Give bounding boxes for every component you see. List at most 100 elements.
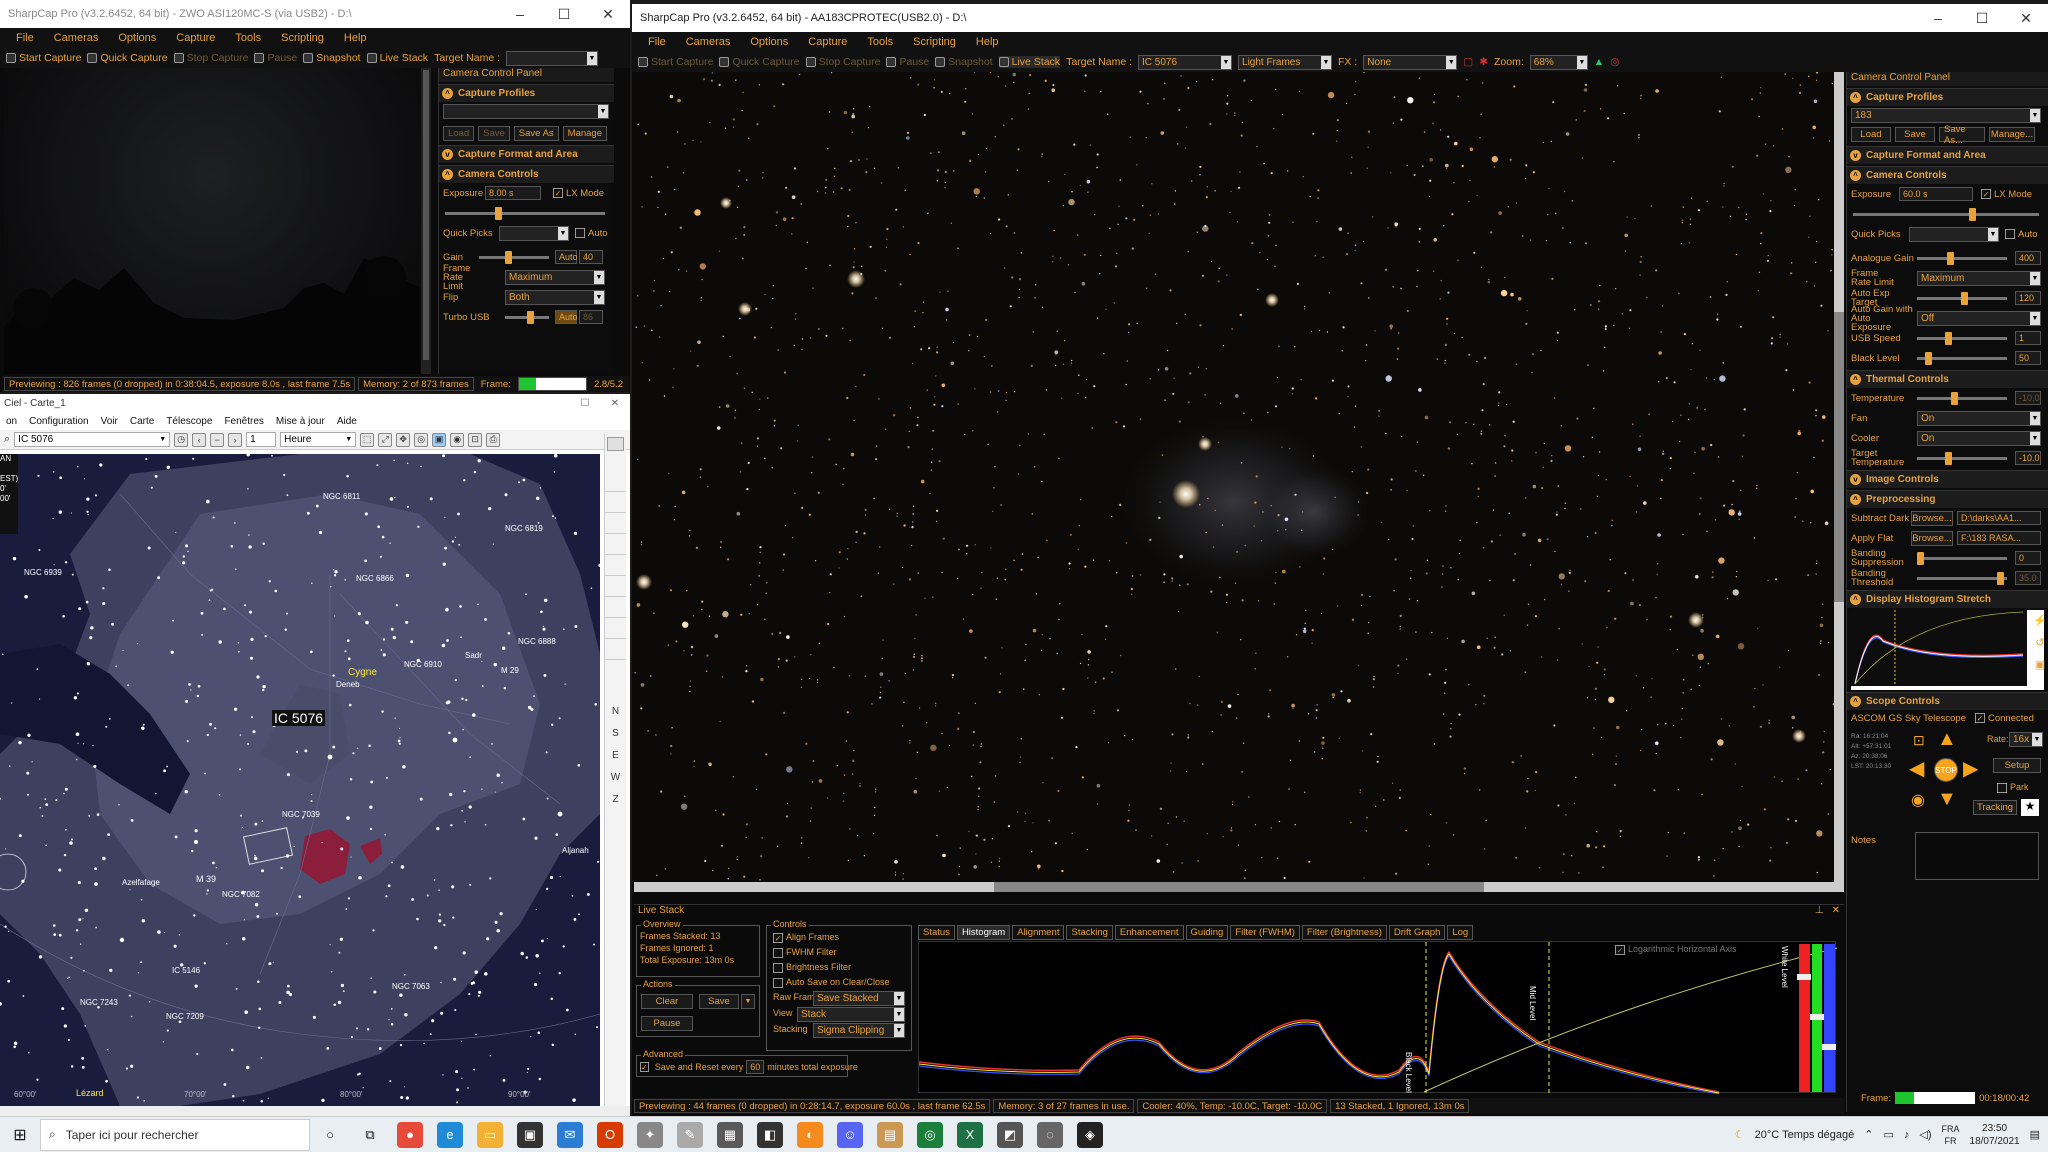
reticle-icon[interactable]: ▢ — [1463, 56, 1473, 68]
map-label-ngc6939[interactable]: NGC 6939 — [24, 568, 62, 577]
lx-mode-checkbox[interactable]: ✓ LX Mode — [553, 188, 604, 199]
load-button[interactable]: Load — [443, 126, 475, 141]
map-label-ic5146[interactable]: IC 5146 — [172, 966, 200, 975]
chevron-down-icon[interactable]: ▼ — [1576, 55, 1587, 69]
brightness-filter-checkbox[interactable]: Brightness Filter — [773, 960, 905, 975]
view-select[interactable]: Stack ▼ — [797, 1007, 905, 1022]
cooler-select[interactable]: On ▼ — [1917, 430, 2041, 446]
quick-picks-select[interactable]: ▼ — [499, 225, 569, 241]
live-stack-button[interactable]: Live Stack — [366, 52, 428, 64]
close-icon[interactable]: ✕ — [600, 398, 630, 409]
ciel-title-bar[interactable]: Ciel - Carte_1 ☐ ✕ — [0, 394, 630, 412]
browse-flat-button[interactable]: Browse... — [1911, 530, 1953, 546]
save-dropdown[interactable]: ▼ — [741, 994, 755, 1009]
notes-textarea[interactable] — [1915, 832, 2039, 880]
tab-filter-brightness[interactable]: Filter (Brightness) — [1301, 925, 1387, 940]
task-view-icon[interactable]: ⧉ — [357, 1122, 383, 1148]
app-icon-7[interactable]: ◌ — [1037, 1121, 1063, 1148]
tab-enhancement[interactable]: Enhancement — [1114, 925, 1184, 940]
ciel-menu-voir[interactable]: Voir — [95, 416, 124, 427]
save-button[interactable]: Save — [699, 994, 739, 1009]
analogue-gain-value[interactable]: 400 — [2015, 251, 2041, 265]
auto-gain-select[interactable]: Off ▼ — [1917, 310, 2041, 326]
map-label-m39[interactable]: M 39 — [196, 874, 216, 884]
arrow-down-icon[interactable]: ▼ — [1937, 788, 1957, 811]
arrow-up-icon[interactable]: ▲ — [1937, 728, 1957, 751]
display-histogram[interactable]: ⚡ ↺ ▣ — [1851, 610, 2047, 690]
app-icon-6[interactable]: ◩ — [997, 1121, 1023, 1148]
target-name-input[interactable]: ▼ — [506, 50, 599, 66]
ciel-menu-configuration[interactable]: Configuration — [23, 416, 94, 427]
rgb-level-sliders[interactable] — [1797, 944, 1837, 1092]
map-label-ngc6910[interactable]: NGC 6910 — [404, 660, 442, 669]
save-button[interactable]: Save — [1895, 127, 1935, 142]
mic-icon[interactable]: ♪ — [1904, 1129, 1910, 1141]
stack-histogram[interactable]: ✓ Logarithmic Horizontal Axis Black Level… — [918, 941, 1837, 1094]
fan-select[interactable]: On ▼ — [1917, 410, 2041, 426]
step-input[interactable]: 1 — [246, 432, 277, 447]
flip-select[interactable]: Both ▼ — [505, 289, 605, 305]
pause-button[interactable]: Pause — [886, 56, 929, 68]
profile-select[interactable]: ▼ — [443, 104, 609, 119]
map-label-cygne[interactable]: Cygne — [348, 667, 377, 678]
tab-filter-fwhm[interactable]: Filter (FWHM) — [1230, 925, 1300, 940]
focus-icon[interactable]: ◎ — [1610, 56, 1619, 68]
store-icon[interactable]: ▣ — [517, 1121, 543, 1148]
turbo-value[interactable]: 86 — [579, 310, 603, 324]
zoom-scale[interactable] — [605, 471, 626, 671]
maximize-icon[interactable]: ☐ — [570, 398, 600, 409]
manage-button[interactable]: Manage — [562, 126, 607, 141]
title-bar[interactable]: SharpCap Pro (v3.2.6452, 64 bit) - AA183… — [632, 4, 2048, 32]
target-temp-slider[interactable] — [1917, 452, 2007, 465]
target-temp-value[interactable]: -10.0 — [2015, 451, 2041, 465]
app-icon-3[interactable]: ◧ — [757, 1121, 783, 1148]
map-label-ngc6819[interactable]: NGC 6819 — [505, 524, 543, 533]
manage-button[interactable]: Manage... — [1989, 127, 2035, 142]
arrow-left-icon[interactable]: ◀ — [1909, 756, 1924, 781]
section-image-controls[interactable]: v Image Controls — [1847, 470, 2048, 488]
map-label-aljanah[interactable]: Aljanah — [562, 846, 589, 855]
cortana-icon[interactable]: ○ — [317, 1122, 343, 1148]
time-unit-select[interactable]: Heure ▼ — [280, 432, 357, 447]
tab-log[interactable]: Log — [1447, 925, 1474, 940]
start-capture-button[interactable]: Start Capture — [6, 52, 81, 64]
map-label-ic5076[interactable]: IC 5076 — [272, 710, 326, 726]
target-icon[interactable]: ◎ — [414, 432, 429, 447]
south-button[interactable]: S — [605, 723, 626, 745]
tab-alignment[interactable]: Alignment — [1012, 925, 1065, 940]
save-button[interactable]: Save — [478, 126, 510, 141]
section-thermal-controls[interactable]: ^ Thermal Controls — [1847, 370, 2048, 388]
menu-options[interactable]: Options — [108, 32, 166, 44]
raw-frames-select[interactable]: Save Stacked ▼ — [813, 991, 905, 1006]
stop-capture-button[interactable]: Stop Capture — [173, 52, 248, 64]
calculator-icon[interactable]: ▦ — [717, 1121, 743, 1148]
chrome-icon[interactable]: ● — [397, 1121, 423, 1148]
reset-stretch-icon[interactable]: ↺ — [2033, 632, 2047, 654]
browse-dark-button[interactable]: Browse... — [1911, 510, 1953, 526]
scope-sync-icon[interactable]: ⊡ — [1913, 732, 1925, 749]
gain-slider[interactable] — [479, 251, 549, 264]
map-label-ngc6866[interactable]: NGC 6866 — [356, 574, 394, 583]
edge-icon[interactable]: e — [437, 1121, 463, 1148]
app-icon-5[interactable]: ◎ — [917, 1121, 943, 1148]
banding-suppression-value[interactable]: 0 — [2015, 551, 2041, 565]
back-icon[interactable]: ‹ — [192, 432, 207, 447]
title-bar[interactable]: SharpCap Pro (v3.2.6452, 64 bit) - ZWO A… — [0, 0, 630, 28]
explorer-icon[interactable]: ▭ — [477, 1121, 503, 1148]
search-icon[interactable]: ⌕ — [4, 433, 10, 446]
menu-cameras[interactable]: Cameras — [676, 36, 741, 48]
section-display-histogram[interactable]: ^ Display Histogram Stretch — [1847, 590, 2048, 608]
auto-checkbox[interactable]: Auto — [575, 228, 608, 239]
minimize-icon[interactable]: – — [1916, 4, 1960, 32]
stop-capture-button[interactable]: Stop Capture — [805, 56, 880, 68]
section-preprocessing[interactable]: ^ Preprocessing — [1847, 490, 2048, 508]
exposure-slider[interactable] — [445, 207, 605, 220]
firefox-icon[interactable]: ◐ — [797, 1121, 823, 1148]
clear-button[interactable]: Clear — [641, 994, 693, 1009]
load-button[interactable]: Load — [1851, 127, 1891, 142]
map-label-sadr[interactable]: Sadr — [465, 651, 482, 660]
clock[interactable]: 23:50 18/07/2021 — [1970, 1122, 2020, 1148]
quick-capture-button[interactable]: Quick Capture — [719, 56, 800, 68]
save-reset-input[interactable]: 60 — [746, 1060, 765, 1074]
connected-checkbox[interactable]: ✓ Connected — [1975, 713, 2034, 724]
